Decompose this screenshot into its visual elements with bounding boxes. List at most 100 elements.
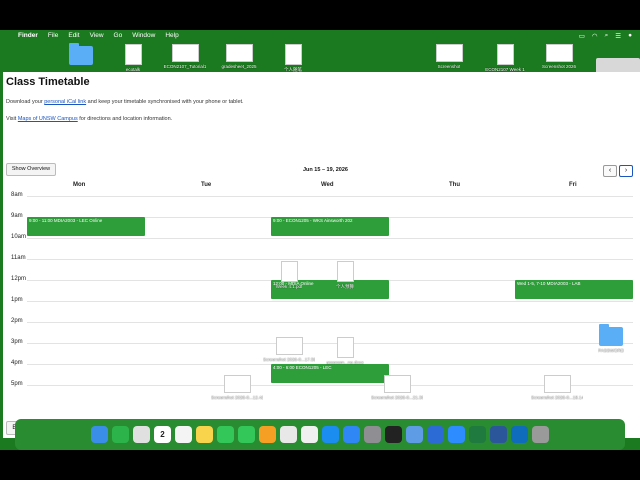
desktop-item[interactable]: ecotalk — [108, 44, 158, 72]
excel-icon[interactable] — [469, 426, 486, 443]
time-label: 4pm — [11, 360, 23, 366]
word-icon[interactable] — [490, 426, 507, 443]
time-label: 11am — [11, 255, 26, 261]
battery-icon[interactable]: ▭ — [579, 32, 585, 40]
screenshot-icon — [275, 337, 303, 355]
messages-icon[interactable] — [217, 426, 234, 443]
day-header-tue: Tue — [201, 182, 212, 188]
document-icon — [124, 44, 142, 65]
desktop-item[interactable]: assessm...ne.docx — [320, 337, 370, 365]
menu-file[interactable]: File — [48, 32, 58, 39]
desktop-item[interactable]: 个人预算 — [320, 261, 370, 289]
zoom-icon[interactable] — [448, 426, 465, 443]
desktop-item[interactable]: Screenshot — [424, 44, 474, 69]
hour-gridline — [27, 301, 633, 302]
calendar-icon[interactable]: 2 — [154, 426, 171, 443]
screenshot-icon — [545, 44, 573, 62]
document-icon — [280, 261, 298, 282]
screenshot-icon — [171, 44, 199, 62]
tasks-icon[interactable] — [427, 426, 444, 443]
terminal-icon[interactable] — [385, 426, 402, 443]
day-header-mon: Mon — [73, 182, 86, 188]
document-icon — [336, 261, 354, 282]
wifi-icon[interactable]: ◠ — [592, 32, 598, 40]
desktop-item[interactable]: PASSWORD — [586, 324, 636, 353]
desktop-item[interactable] — [56, 43, 106, 65]
desktop-item[interactable]: Screenshot 2026-0...18.14.19 — [531, 375, 583, 400]
reminders-icon[interactable] — [175, 426, 192, 443]
class-event[interactable]: 9:00 - ECON1205 - WKS Ainsworth 202 — [271, 217, 389, 236]
settings-icon[interactable] — [364, 426, 381, 443]
notes-icon[interactable] — [196, 426, 213, 443]
menu-window[interactable]: Window — [132, 32, 155, 39]
day-header-fri: Fri — [569, 182, 577, 188]
time-label: 2pm — [11, 318, 23, 324]
desktop-item[interactable]: Week 4.1.pdf — [264, 261, 314, 289]
desktop-item[interactable]: gradesheet_2025 — [214, 44, 264, 69]
class-event[interactable]: Wed 1-5, 7-10 MDIA2003 - LAB — [515, 280, 633, 299]
hour-gridline — [27, 196, 633, 197]
next-week-button[interactable]: › — [619, 165, 633, 177]
launchpad-icon[interactable] — [133, 426, 150, 443]
menu-edit[interactable]: Edit — [68, 32, 79, 39]
control-center-icon[interactable]: ☰ — [615, 32, 621, 40]
hour-gridline — [27, 238, 633, 239]
hour-gridline — [27, 259, 633, 260]
facetime-icon[interactable] — [238, 426, 255, 443]
time-label: 3pm — [11, 339, 23, 345]
app-store-icon[interactable] — [322, 426, 339, 443]
screenshot-icon — [225, 44, 253, 62]
hour-gridline — [27, 322, 633, 323]
day-header-thu: Thu — [449, 182, 460, 188]
time-label: 9am — [11, 213, 23, 219]
outlook-icon[interactable] — [511, 426, 528, 443]
menu-bar: Finder File Edit View Go Window Help ▭ ◠… — [0, 30, 640, 41]
desktop-item[interactable]: Screenshot 2026 — [534, 44, 584, 69]
desktop-item[interactable]: 个人随笔 — [268, 44, 318, 72]
desktop-item[interactable]: Screenshot 2026-0...12.42.00 — [211, 375, 263, 400]
time-label: 8am — [11, 192, 23, 198]
trash-icon[interactable] — [532, 426, 549, 443]
document-icon — [336, 337, 354, 358]
document-icon — [496, 44, 514, 65]
screenshot-icon — [383, 375, 411, 393]
desktop-item[interactable]: Screenshot 2026-0...17.59.03 — [263, 337, 315, 362]
screenshot-icon — [223, 375, 251, 393]
menu-view[interactable]: View — [90, 32, 104, 39]
time-label: 1pm — [11, 297, 23, 303]
pages-icon[interactable] — [259, 426, 276, 443]
time-label: 10am — [11, 234, 27, 240]
desktop-item[interactable]: Screenshot 2026-0...21.30.34 — [371, 375, 423, 400]
folder-icon — [599, 324, 623, 346]
desktop-item[interactable]: ECON2107_Tutorial1 — [160, 44, 210, 69]
week-range: Jun 15 – 19, 2026 — [303, 167, 348, 173]
menu-go[interactable]: Go — [114, 32, 123, 39]
dock: 2 — [15, 419, 625, 450]
previous-week-button[interactable]: ‹ — [603, 165, 617, 177]
desktop-item[interactable]: ECON2107 Week 1 — [480, 44, 530, 72]
menu-help[interactable]: Help — [165, 32, 178, 39]
finder-icon[interactable] — [91, 426, 108, 443]
screenshot-icon — [543, 375, 571, 393]
status-area: ▭ ◠ ⌕ ☰ ● — [579, 30, 632, 41]
ical-instructions: Download your personal iCal link and kee… — [6, 99, 244, 105]
siri-icon[interactable]: ● — [628, 32, 632, 39]
preview-icon[interactable] — [406, 426, 423, 443]
menu-app-name[interactable]: Finder — [18, 32, 38, 39]
show-overview-button[interactable]: Show Overview — [6, 163, 56, 176]
screenshot-icon — [435, 44, 463, 62]
maps-instructions: Visit Maps of UNSW Campus for directions… — [6, 116, 173, 122]
time-label: 12pm — [11, 276, 27, 282]
desktop-screen: Finder File Edit View Go Window Help ▭ ◠… — [0, 30, 640, 450]
chrome-icon[interactable] — [280, 426, 297, 443]
class-event[interactable]: 9:00 - 11:00 MDIA2003 - LEC Online — [27, 217, 145, 236]
maps-link[interactable]: Maps of UNSW Campus — [18, 116, 78, 122]
search-icon[interactable]: ⌕ — [605, 32, 609, 40]
wechat-icon[interactable] — [112, 426, 129, 443]
photos-icon[interactable] — [301, 426, 318, 443]
ical-link[interactable]: personal iCal link — [44, 99, 86, 105]
folder-icon — [69, 43, 93, 65]
page-title: Class Timetable — [6, 76, 90, 88]
safari-icon[interactable] — [343, 426, 360, 443]
time-label: 5pm — [11, 381, 23, 387]
